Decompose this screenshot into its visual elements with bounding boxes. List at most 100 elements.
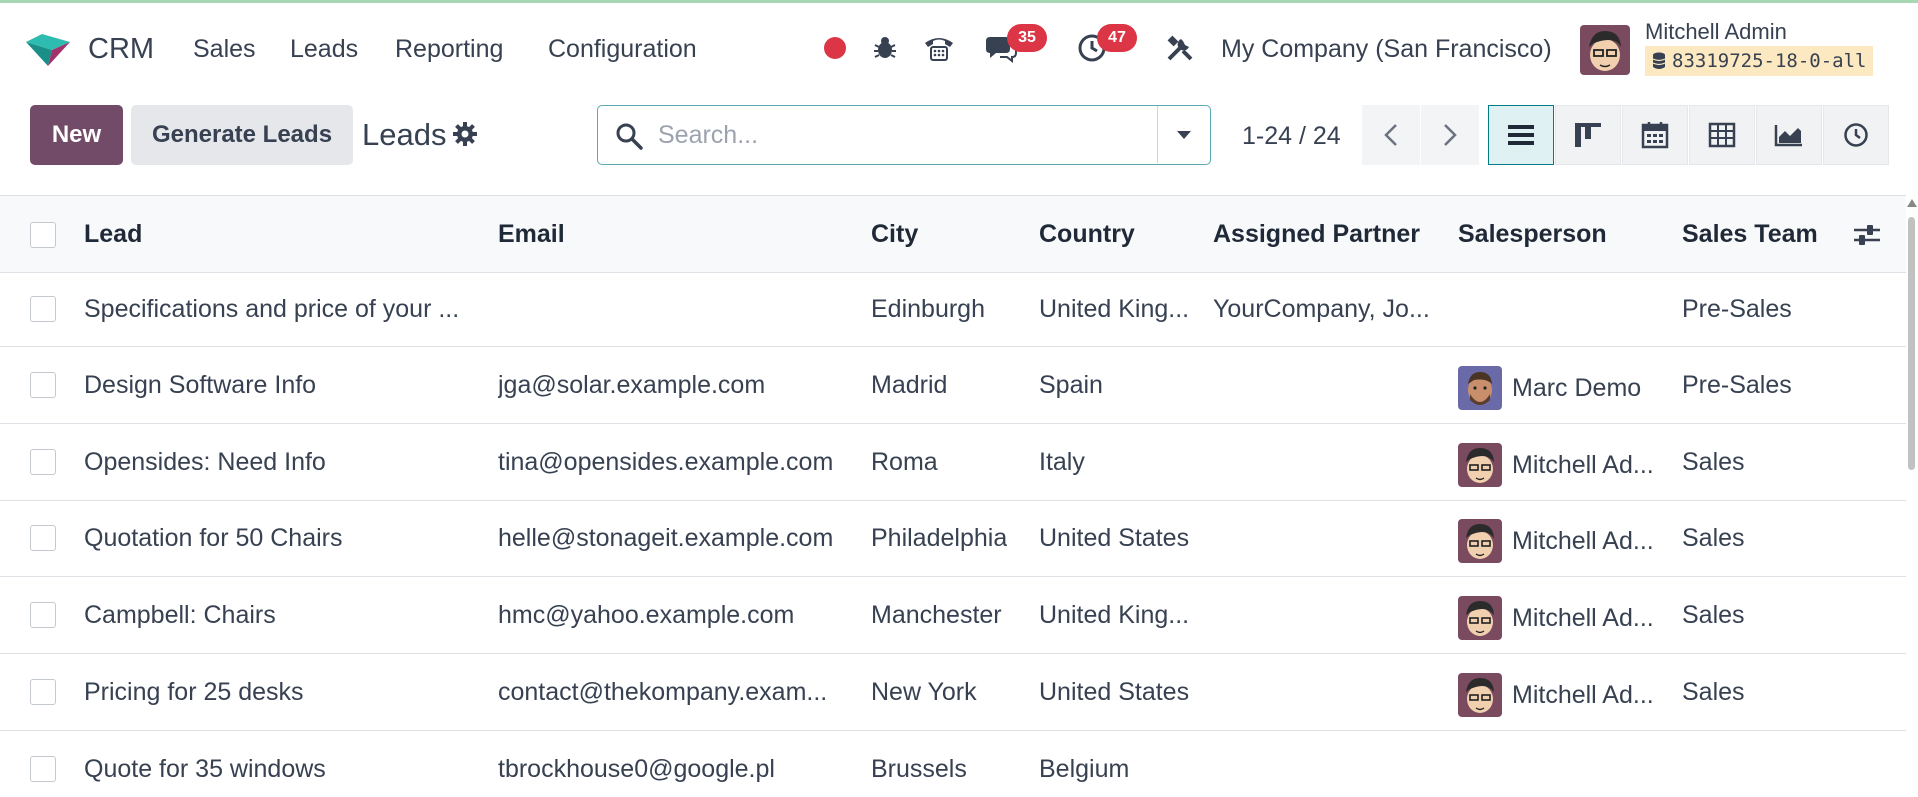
cell-salesperson[interactable]: Marc Demo	[1512, 374, 1641, 403]
pivot-icon	[1708, 122, 1736, 148]
graph-view-button[interactable]	[1756, 105, 1822, 165]
menu-configuration[interactable]: Configuration	[548, 35, 697, 64]
select-all-checkbox[interactable]	[30, 222, 56, 248]
table-row[interactable]: Specifications and price of your ... Edin…	[0, 273, 1906, 347]
salesperson-avatar[interactable]	[1458, 673, 1502, 717]
search-input[interactable]	[658, 118, 1138, 152]
menu-reporting[interactable]: Reporting	[395, 35, 503, 64]
generate-leads-button[interactable]: Generate Leads	[131, 105, 353, 165]
salesperson-avatar[interactable]	[1458, 596, 1502, 640]
activities-badge: 47	[1097, 24, 1137, 52]
table-row[interactable]: Quote for 35 windows tbrockhouse0@google.…	[0, 731, 1906, 797]
cell-city: Madrid	[871, 371, 948, 399]
cell-salesperson[interactable]: Mitchell Ad...	[1512, 527, 1654, 556]
column-header-city[interactable]: City	[871, 220, 918, 249]
cell-country: United King...	[1039, 295, 1190, 323]
pager-previous-button[interactable]	[1362, 105, 1420, 165]
column-header-sales-team[interactable]: Sales Team	[1682, 220, 1818, 249]
database-name: 83319725-18-0-all	[1672, 50, 1867, 72]
cell-email: jga@solar.example.com	[498, 371, 766, 399]
cell-lead: Opensides: Need Info	[84, 448, 326, 476]
row-checkbox[interactable]	[30, 679, 56, 705]
column-header-lead[interactable]: Lead	[84, 220, 142, 249]
cell-city: New York	[871, 678, 977, 706]
list-view-button[interactable]	[1488, 105, 1554, 165]
scrollbar[interactable]	[1906, 195, 1918, 797]
cell-lead: Campbell: Chairs	[84, 601, 276, 629]
database-badge: 83319725-18-0-all	[1645, 46, 1874, 76]
menu-leads[interactable]: Leads	[290, 35, 358, 64]
search-options-toggle[interactable]	[1157, 106, 1210, 163]
salesperson-avatar[interactable]	[1458, 519, 1502, 563]
cell-country: Italy	[1039, 448, 1085, 476]
scroll-up-arrow-icon[interactable]	[1907, 199, 1917, 207]
pager-value[interactable]: 1-24 / 24	[1242, 122, 1341, 151]
optional-columns-icon[interactable]	[1852, 222, 1882, 248]
row-checkbox[interactable]	[30, 372, 56, 398]
kanban-view-button[interactable]	[1555, 105, 1621, 165]
table-row[interactable]: Quotation for 50 Chairs helle@stonageit.e…	[0, 501, 1906, 577]
search-bar	[597, 105, 1211, 165]
cell-assigned-partner: YourCompany, Jo...	[1213, 295, 1430, 323]
list-icon	[1508, 125, 1534, 145]
cell-country: United States	[1039, 678, 1190, 706]
bug-icon[interactable]	[868, 31, 902, 65]
table-row[interactable]: Design Software Info jga@solar.example.co…	[0, 347, 1906, 424]
salesperson-avatar[interactable]	[1458, 366, 1502, 410]
app-name[interactable]: CRM	[88, 33, 154, 66]
cell-salesperson[interactable]: Mitchell Ad...	[1512, 681, 1654, 710]
tools-icon[interactable]	[1163, 31, 1197, 65]
cell-lead: Quote for 35 windows	[84, 755, 326, 783]
pager-next-button[interactable]	[1421, 105, 1479, 165]
cell-country: United States	[1039, 524, 1190, 552]
database-icon	[1652, 52, 1666, 69]
row-checkbox[interactable]	[30, 756, 56, 782]
cell-email: tina@opensides.example.com	[498, 448, 834, 476]
menu-sales[interactable]: Sales	[193, 35, 256, 64]
cell-sales-team: Pre-Sales	[1682, 295, 1792, 323]
row-checkbox[interactable]	[30, 525, 56, 551]
cell-city: Brussels	[871, 755, 967, 783]
column-header-salesperson[interactable]: Salesperson	[1458, 220, 1607, 249]
row-checkbox[interactable]	[30, 296, 56, 322]
column-header-assigned-partner[interactable]: Assigned Partner	[1213, 220, 1420, 249]
salesperson-avatar[interactable]	[1458, 443, 1502, 487]
row-checkbox[interactable]	[30, 449, 56, 475]
cell-email: contact@thekompany.exam...	[498, 678, 828, 706]
caret-down-icon	[1177, 130, 1191, 139]
gear-icon[interactable]	[451, 120, 479, 148]
activity-view-button[interactable]	[1823, 105, 1889, 165]
cell-sales-team: Sales	[1682, 448, 1745, 476]
cell-sales-team: Sales	[1682, 678, 1745, 706]
phone-icon[interactable]	[922, 31, 956, 65]
company-switcher[interactable]: My Company (San Francisco)	[1221, 35, 1552, 64]
table-row[interactable]: Campbell: Chairs hmc@yahoo.example.com Man…	[0, 577, 1906, 654]
cell-email: helle@stonageit.example.com	[498, 524, 834, 552]
crm-logo-icon[interactable]	[22, 30, 74, 70]
scroll-thumb[interactable]	[1908, 217, 1915, 470]
record-icon[interactable]	[818, 31, 852, 65]
graph-icon	[1774, 125, 1802, 147]
cell-country: Spain	[1039, 371, 1103, 399]
cell-lead: Pricing for 25 desks	[84, 678, 304, 706]
table-row[interactable]: Pricing for 25 desks contact@thekompany.e…	[0, 654, 1906, 731]
table-header: Lead Email City Country Assigned Partner…	[0, 196, 1906, 273]
cell-salesperson[interactable]: Mitchell Ad...	[1512, 451, 1654, 480]
table-row[interactable]: Opensides: Need Info tina@opensides.examp…	[0, 424, 1906, 501]
cell-email: hmc@yahoo.example.com	[498, 601, 795, 629]
new-button[interactable]: New	[30, 105, 123, 165]
cell-salesperson[interactable]: Mitchell Ad...	[1512, 604, 1654, 633]
activity-icon	[1844, 123, 1868, 147]
cell-country: Belgium	[1039, 755, 1130, 783]
search-icon	[616, 123, 643, 150]
column-header-email[interactable]: Email	[498, 220, 565, 249]
column-header-country[interactable]: Country	[1039, 220, 1135, 249]
cell-country: United King...	[1039, 601, 1190, 629]
pivot-view-button[interactable]	[1689, 105, 1755, 165]
cell-sales-team: Pre-Sales	[1682, 371, 1792, 399]
user-avatar[interactable]	[1580, 25, 1630, 75]
cell-email: tbrockhouse0@google.pl	[498, 755, 775, 783]
row-checkbox[interactable]	[30, 602, 56, 628]
user-name[interactable]: Mitchell Admin	[1645, 19, 1787, 45]
calendar-view-button[interactable]	[1622, 105, 1688, 165]
